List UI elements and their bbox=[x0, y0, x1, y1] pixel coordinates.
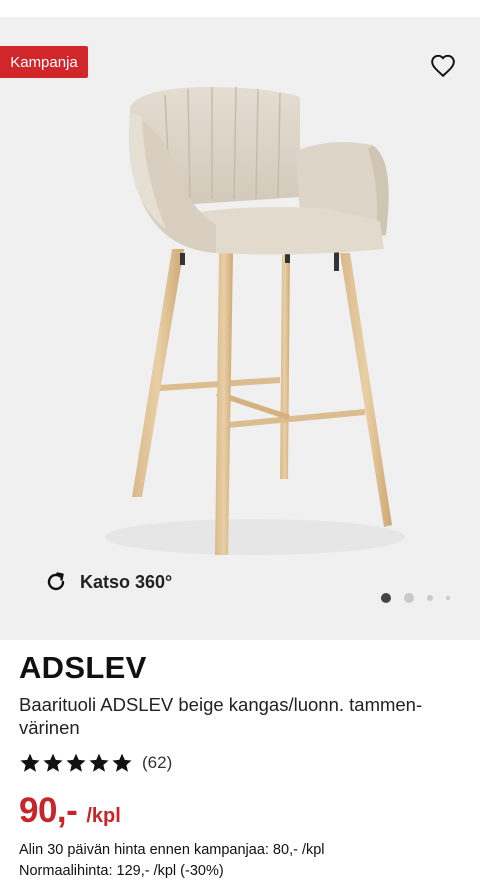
normal-price-note: Normaalihinta: 129,- /kpl (-30%) bbox=[19, 863, 224, 879]
star-icon bbox=[20, 753, 40, 772]
carousel-dot[interactable] bbox=[427, 595, 433, 601]
carousel-dot[interactable] bbox=[404, 593, 414, 603]
product-title: ADSLEV bbox=[19, 650, 147, 685]
carousel-dot[interactable] bbox=[381, 593, 391, 603]
heart-icon[interactable] bbox=[430, 53, 456, 79]
product-rating[interactable]: (62) bbox=[19, 751, 172, 775]
star-icon bbox=[43, 753, 63, 772]
campaign-badge: Kampanja bbox=[0, 46, 88, 78]
rating-stars bbox=[19, 752, 133, 774]
rotate-360-icon bbox=[47, 572, 65, 591]
price-amount: 90,- bbox=[19, 791, 78, 830]
carousel-dots bbox=[0, 592, 480, 604]
price-unit: /kpl bbox=[86, 805, 121, 827]
product-description: Baarituoli ADSLEV beige kangas/luonn. ta… bbox=[19, 694, 423, 738]
carousel-dot[interactable] bbox=[446, 596, 450, 600]
price: 90,- /kpl bbox=[19, 791, 121, 831]
star-icon bbox=[66, 753, 86, 772]
lowest-price-note: Alin 30 päivän hinta ennen kampanjaa: 80… bbox=[19, 842, 325, 858]
star-icon bbox=[112, 753, 132, 772]
rating-count: (62) bbox=[142, 753, 173, 772]
view-360-label: Katso 360° bbox=[80, 571, 173, 592]
star-icon bbox=[89, 753, 109, 772]
product-image[interactable] bbox=[0, 17, 480, 640]
